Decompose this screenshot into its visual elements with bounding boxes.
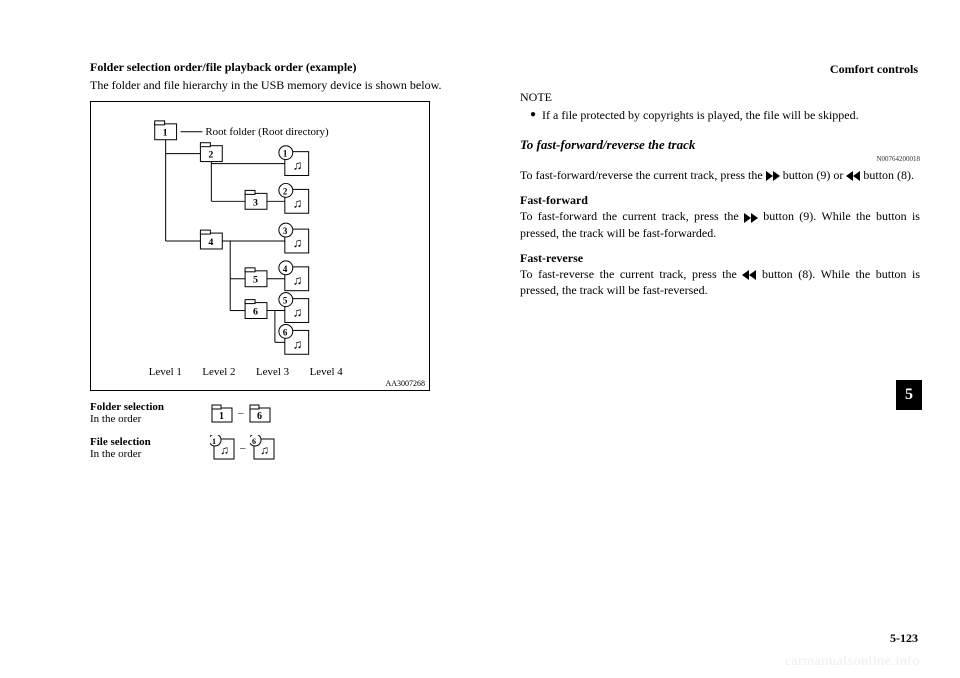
folder-legend: Folder selection In the order 1 – 6 bbox=[90, 401, 490, 425]
svg-text:6: 6 bbox=[283, 328, 288, 338]
svg-text:Level 3: Level 3 bbox=[256, 366, 290, 378]
file-icon-5: ♫ 5 bbox=[279, 293, 309, 323]
svg-text:6: 6 bbox=[252, 437, 256, 446]
svg-text:2: 2 bbox=[283, 187, 288, 197]
folder-legend-title: Folder selection bbox=[90, 401, 200, 413]
right-column: NOTE ● If a file protected by copyrights… bbox=[520, 60, 920, 471]
svg-text:3: 3 bbox=[283, 226, 288, 236]
file-icon: ♫ 6 bbox=[250, 435, 276, 461]
fr-subhead: Fast-reverse bbox=[520, 251, 920, 266]
folder-legend-sub: In the order bbox=[90, 413, 141, 425]
file-legend-sub: In the order bbox=[90, 448, 141, 460]
svg-text:1: 1 bbox=[219, 411, 224, 422]
svg-text:1: 1 bbox=[212, 437, 216, 446]
folder-icon: 6 bbox=[248, 403, 272, 423]
svg-text:♫: ♫ bbox=[293, 273, 303, 288]
file-icon-1: ♫ 1 bbox=[279, 146, 309, 176]
ff-subhead: Fast-forward bbox=[520, 193, 920, 208]
svg-text:Level 4: Level 4 bbox=[310, 366, 344, 378]
svg-text:♫: ♫ bbox=[293, 235, 303, 250]
file-icon: ♫ 1 bbox=[210, 435, 236, 461]
svg-text:4: 4 bbox=[283, 264, 288, 274]
file-legend: File selection In the order ♫ 1 – ♫ bbox=[90, 435, 490, 461]
svg-text:1: 1 bbox=[283, 149, 287, 159]
fast-forward-icon bbox=[744, 213, 758, 223]
folder-icon: 1 bbox=[210, 403, 234, 423]
file-legend-title: File selection bbox=[90, 436, 200, 448]
legend-dash: – bbox=[238, 407, 244, 419]
svg-text:♫: ♫ bbox=[220, 443, 229, 457]
file-icon-2: ♫ 2 bbox=[279, 184, 309, 214]
bullet-icon: ● bbox=[530, 109, 536, 123]
svg-text:♫: ♫ bbox=[293, 158, 303, 173]
fast-forward-icon bbox=[766, 171, 780, 181]
svg-text:1: 1 bbox=[163, 128, 168, 139]
file-icon-6: ♫ 6 bbox=[279, 325, 309, 355]
svg-text:♫: ♫ bbox=[260, 443, 269, 457]
svg-text:♫: ♫ bbox=[293, 336, 303, 351]
svg-text:4: 4 bbox=[208, 237, 213, 248]
code-id: N00764200018 bbox=[520, 155, 920, 163]
hierarchy-diagram: Root folder (Root directory) 1 2 bbox=[90, 101, 430, 391]
note-label: NOTE bbox=[520, 90, 920, 105]
svg-text:Level 2: Level 2 bbox=[202, 366, 235, 378]
chapter-tab: 5 bbox=[896, 380, 922, 410]
svg-text:2: 2 bbox=[208, 150, 213, 161]
left-title: Folder selection order/file playback ord… bbox=[90, 60, 490, 75]
diagram-id: AA3007268 bbox=[385, 379, 425, 388]
svg-text:3: 3 bbox=[253, 197, 258, 208]
watermark: carmanualsonline.info bbox=[785, 654, 920, 670]
svg-text:5: 5 bbox=[253, 275, 258, 286]
page-content: Folder selection order/file playback ord… bbox=[0, 0, 960, 501]
ff-heading: To fast-forward/reverse the track bbox=[520, 137, 920, 153]
left-column: Folder selection order/file playback ord… bbox=[90, 60, 490, 471]
ff-body: To fast-forward the current track, press… bbox=[520, 208, 920, 240]
fast-reverse-icon bbox=[742, 270, 756, 280]
svg-text:6: 6 bbox=[253, 307, 258, 318]
note-text: If a file protected by copyrights is pla… bbox=[542, 107, 859, 123]
fr-body: To fast-reverse the current track, press… bbox=[520, 266, 920, 298]
note-bullet-row: ● If a file protected by copyrights is p… bbox=[530, 107, 920, 123]
file-icon-4: ♫ 4 bbox=[279, 261, 309, 291]
fast-reverse-icon bbox=[846, 171, 860, 181]
left-intro: The folder and file hierarchy in the USB… bbox=[90, 77, 490, 93]
file-icon-3: ♫ 3 bbox=[279, 223, 309, 253]
ff-intro: To fast-forward/reverse the current trac… bbox=[520, 167, 920, 183]
page-number: 5-123 bbox=[890, 631, 918, 646]
svg-text:♫: ♫ bbox=[293, 305, 303, 320]
section-header: Comfort controls bbox=[830, 62, 918, 77]
root-label: Root folder (Root directory) bbox=[205, 126, 329, 138]
diagram-svg: Root folder (Root directory) 1 2 bbox=[91, 102, 429, 390]
svg-text:Level 1: Level 1 bbox=[149, 366, 182, 378]
legend-dash: – bbox=[240, 442, 246, 454]
svg-text:5: 5 bbox=[283, 296, 288, 306]
svg-text:♫: ♫ bbox=[293, 195, 303, 210]
legend-block: Folder selection In the order 1 – 6 bbox=[90, 401, 490, 461]
svg-text:6: 6 bbox=[257, 411, 262, 422]
